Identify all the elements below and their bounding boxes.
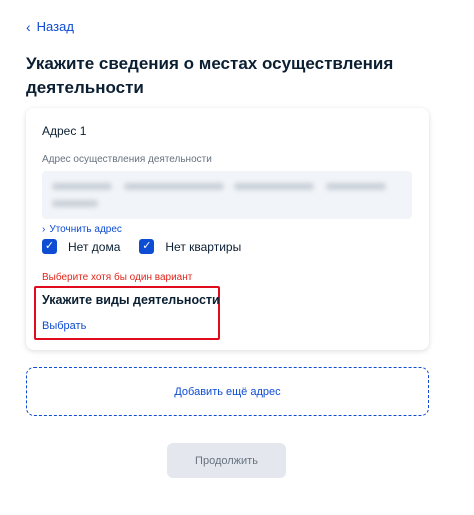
add-address-label: Добавить ещё адрес bbox=[174, 385, 281, 398]
refine-address-link[interactable]: › Уточнить адрес bbox=[42, 224, 122, 235]
no-apartment-checkbox[interactable]: ✓ Нет квартиры bbox=[139, 239, 241, 254]
continue-button[interactable]: Продолжить bbox=[167, 443, 286, 478]
chevron-left-icon: ‹ bbox=[26, 18, 31, 35]
address-card: Адрес 1 Адрес осуществления деятельности… bbox=[26, 108, 429, 350]
address-field-label: Адрес осуществления деятельности bbox=[42, 154, 212, 165]
refine-address-label: Уточнить адрес bbox=[49, 224, 122, 235]
checkmark-icon[interactable]: ✓ bbox=[42, 239, 57, 254]
checkbox-group: ✓ Нет дома ✓ Нет квартиры bbox=[42, 239, 241, 254]
activity-highlight-box: Укажите виды деятельности Выбрать bbox=[34, 286, 220, 340]
no-apartment-label: Нет квартиры bbox=[165, 239, 242, 254]
add-address-button[interactable]: Добавить ещё адрес bbox=[26, 367, 429, 416]
error-message: Выберите хотя бы один вариант bbox=[42, 272, 193, 283]
address-field-blurred[interactable] bbox=[42, 171, 412, 219]
back-label: Назад bbox=[36, 19, 74, 34]
no-house-label: Нет дома bbox=[68, 239, 121, 254]
activity-title: Укажите виды деятельности bbox=[42, 293, 220, 307]
page-title: Укажите сведения о местах осуществления … bbox=[26, 54, 394, 97]
back-link[interactable]: ‹ Назад bbox=[26, 19, 74, 34]
no-house-checkbox[interactable]: ✓ Нет дома bbox=[42, 239, 120, 254]
choose-link[interactable]: Выбрать bbox=[42, 320, 86, 332]
checkmark-icon[interactable]: ✓ bbox=[139, 239, 155, 254]
chevron-right-icon: › bbox=[42, 224, 46, 235]
address-card-title: Адрес 1 bbox=[42, 124, 87, 138]
